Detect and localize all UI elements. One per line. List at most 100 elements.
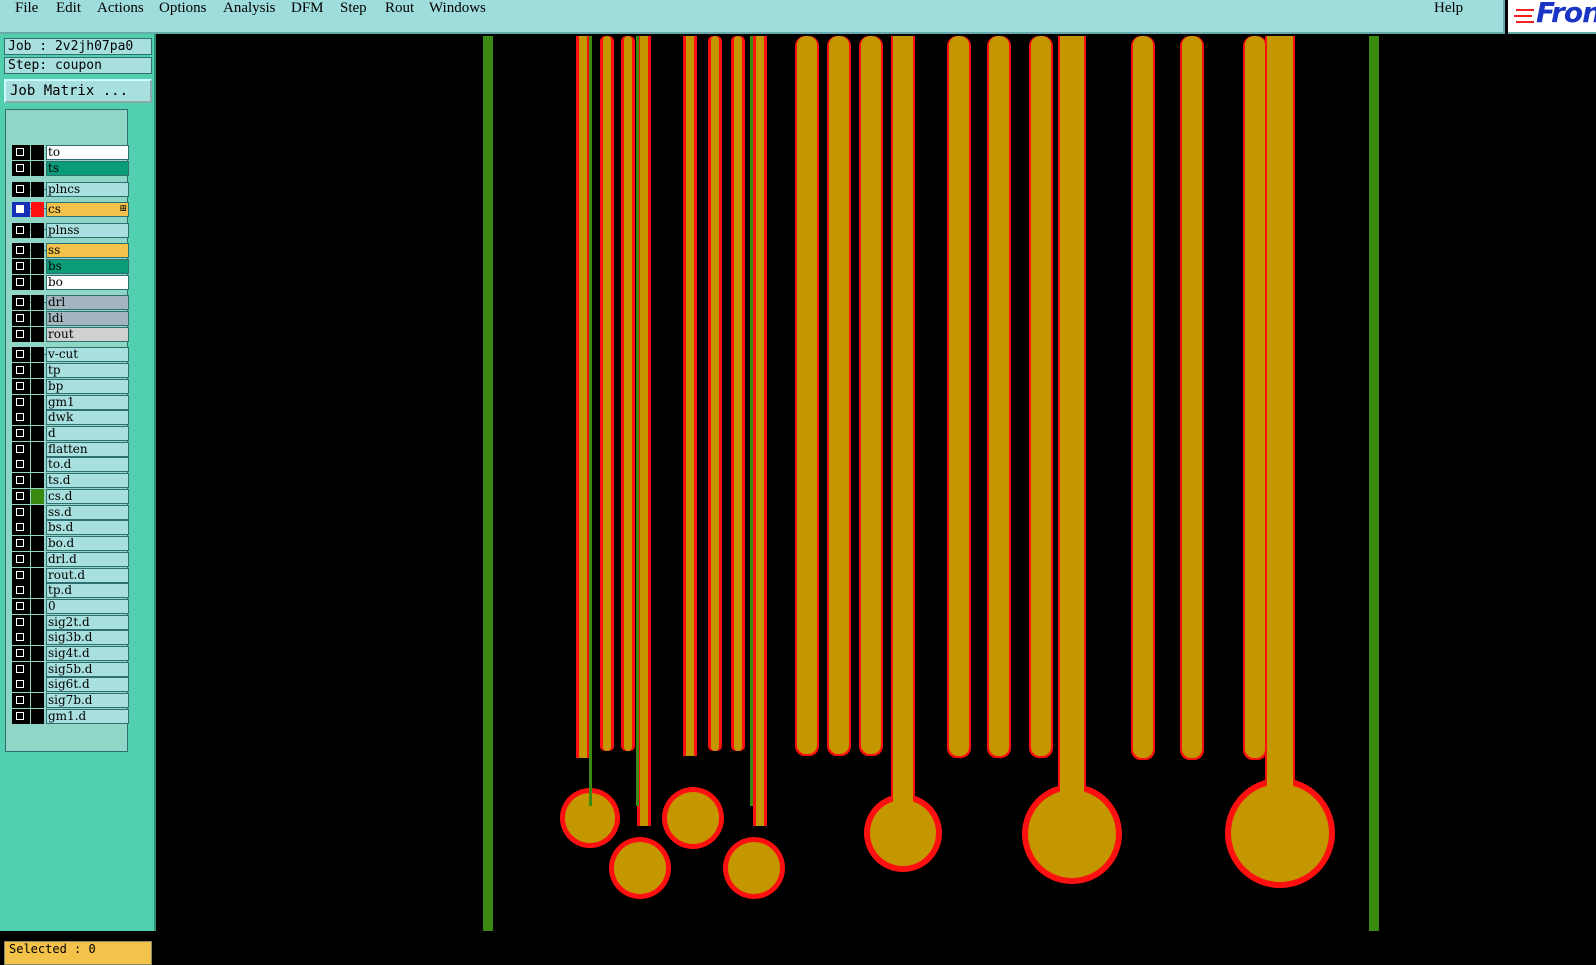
layer-checkbox[interactable]: [12, 347, 30, 362]
layer-checkbox[interactable]: [12, 709, 30, 724]
layer-color-swatch[interactable]: [31, 599, 44, 614]
menu-dfm[interactable]: DFM: [291, 0, 324, 17]
layer-color-swatch[interactable]: [31, 442, 44, 457]
layer-color-swatch[interactable]: [31, 161, 44, 176]
layer-name[interactable]: ts.d: [46, 473, 129, 488]
layer-color-swatch[interactable]: [31, 426, 44, 441]
layer-checkbox[interactable]: [12, 693, 30, 708]
layer-name[interactable]: d: [46, 426, 129, 441]
layer-name[interactable]: dwk: [46, 410, 129, 425]
layer-color-swatch[interactable]: [31, 182, 44, 197]
layer-color-swatch[interactable]: [31, 395, 44, 410]
layer-checkbox[interactable]: [12, 295, 30, 310]
layer-name[interactable]: tp: [46, 363, 129, 378]
menu-file[interactable]: File: [15, 0, 38, 17]
layer-color-swatch[interactable]: [31, 693, 44, 708]
layer-color-swatch[interactable]: [31, 311, 44, 326]
layer-checkbox[interactable]: [12, 630, 30, 645]
layer-color-swatch[interactable]: [31, 202, 44, 217]
menu-rout[interactable]: Rout: [385, 0, 414, 17]
layer-name[interactable]: cs.d: [46, 489, 129, 504]
layer-name[interactable]: bs.d: [46, 520, 129, 535]
layer-color-swatch[interactable]: [31, 709, 44, 724]
layer-checkbox[interactable]: [12, 410, 30, 425]
layer-color-swatch[interactable]: [31, 646, 44, 661]
layer-checkbox[interactable]: [12, 243, 30, 258]
menu-windows[interactable]: Windows: [429, 0, 486, 17]
layer-name[interactable]: sig3b.d: [46, 630, 129, 645]
menu-help[interactable]: Help: [1434, 0, 1463, 17]
layer-name[interactable]: ss.d: [46, 505, 129, 520]
layer-color-swatch[interactable]: [31, 615, 44, 630]
layer-checkbox[interactable]: [12, 223, 30, 238]
layer-color-swatch[interactable]: [31, 520, 44, 535]
menu-options[interactable]: Options: [159, 0, 207, 17]
layer-color-swatch[interactable]: [31, 410, 44, 425]
layer-name[interactable]: to.d: [46, 457, 129, 472]
layer-color-swatch[interactable]: [31, 223, 44, 238]
layer-checkbox[interactable]: [12, 202, 30, 217]
layer-checkbox[interactable]: [12, 363, 30, 378]
layer-checkbox[interactable]: [12, 662, 30, 677]
layer-name[interactable]: bo: [46, 275, 129, 290]
menu-step[interactable]: Step: [340, 0, 367, 17]
layer-checkbox[interactable]: [12, 426, 30, 441]
layer-color-swatch[interactable]: [31, 473, 44, 488]
layer-checkbox[interactable]: [12, 311, 30, 326]
layer-checkbox[interactable]: [12, 489, 30, 504]
layer-checkbox[interactable]: [12, 442, 30, 457]
layer-color-swatch[interactable]: [31, 568, 44, 583]
layer-name[interactable]: gm1.d: [46, 709, 129, 724]
layer-name[interactable]: sig7b.d: [46, 693, 129, 708]
layer-checkbox[interactable]: [12, 505, 30, 520]
layer-name[interactable]: to: [46, 145, 129, 160]
layer-color-swatch[interactable]: [31, 630, 44, 645]
layer-color-swatch[interactable]: [31, 363, 44, 378]
layer-name[interactable]: ts: [46, 161, 129, 176]
layer-color-swatch[interactable]: [31, 275, 44, 290]
layer-checkbox[interactable]: [12, 646, 30, 661]
menu-analysis[interactable]: Analysis: [223, 0, 276, 17]
layer-checkbox[interactable]: [12, 552, 30, 567]
layer-color-swatch[interactable]: [31, 552, 44, 567]
layer-color-swatch[interactable]: [31, 259, 44, 274]
layer-name[interactable]: sig4t.d: [46, 646, 129, 661]
layer-name[interactable]: ss: [46, 243, 129, 258]
layer-name[interactable]: cs ⊞: [46, 202, 129, 217]
layer-checkbox[interactable]: [12, 615, 30, 630]
layer-checkbox[interactable]: [12, 599, 30, 614]
layer-checkbox[interactable]: [12, 259, 30, 274]
menu-edit[interactable]: Edit: [56, 0, 81, 17]
layer-color-swatch[interactable]: [31, 505, 44, 520]
layer-checkbox[interactable]: [12, 473, 30, 488]
layer-checkbox[interactable]: [12, 327, 30, 342]
layer-checkbox[interactable]: [12, 568, 30, 583]
layer-name[interactable]: sig6t.d: [46, 677, 129, 692]
layer-color-swatch[interactable]: [31, 583, 44, 598]
layer-name[interactable]: rout: [46, 327, 129, 342]
layer-name[interactable]: bs: [46, 259, 129, 274]
layer-name[interactable]: drl.d: [46, 552, 129, 567]
layer-checkbox[interactable]: [12, 583, 30, 598]
layer-checkbox[interactable]: [12, 536, 30, 551]
layer-checkbox[interactable]: [12, 395, 30, 410]
layer-name[interactable]: bp: [46, 379, 129, 394]
layer-color-swatch[interactable]: [31, 489, 44, 504]
layer-name[interactable]: flatten: [46, 442, 129, 457]
menu-actions[interactable]: Actions: [97, 0, 144, 17]
layer-color-swatch[interactable]: [31, 347, 44, 362]
layer-color-swatch[interactable]: [31, 145, 44, 160]
layer-name[interactable]: v-cut: [46, 347, 129, 362]
layer-checkbox[interactable]: [12, 520, 30, 535]
layer-name[interactable]: drl: [46, 295, 129, 310]
layer-name[interactable]: ldi: [46, 311, 129, 326]
job-matrix-button[interactable]: Job Matrix ...: [4, 79, 152, 103]
layer-color-swatch[interactable]: [31, 379, 44, 394]
layer-checkbox[interactable]: [12, 379, 30, 394]
layer-checkbox[interactable]: [12, 182, 30, 197]
layer-color-swatch[interactable]: [31, 457, 44, 472]
layer-checkbox[interactable]: [12, 275, 30, 290]
layer-name[interactable]: sig2t.d: [46, 615, 129, 630]
layer-name[interactable]: plncs: [46, 182, 129, 197]
layer-name[interactable]: rout.d: [46, 568, 129, 583]
